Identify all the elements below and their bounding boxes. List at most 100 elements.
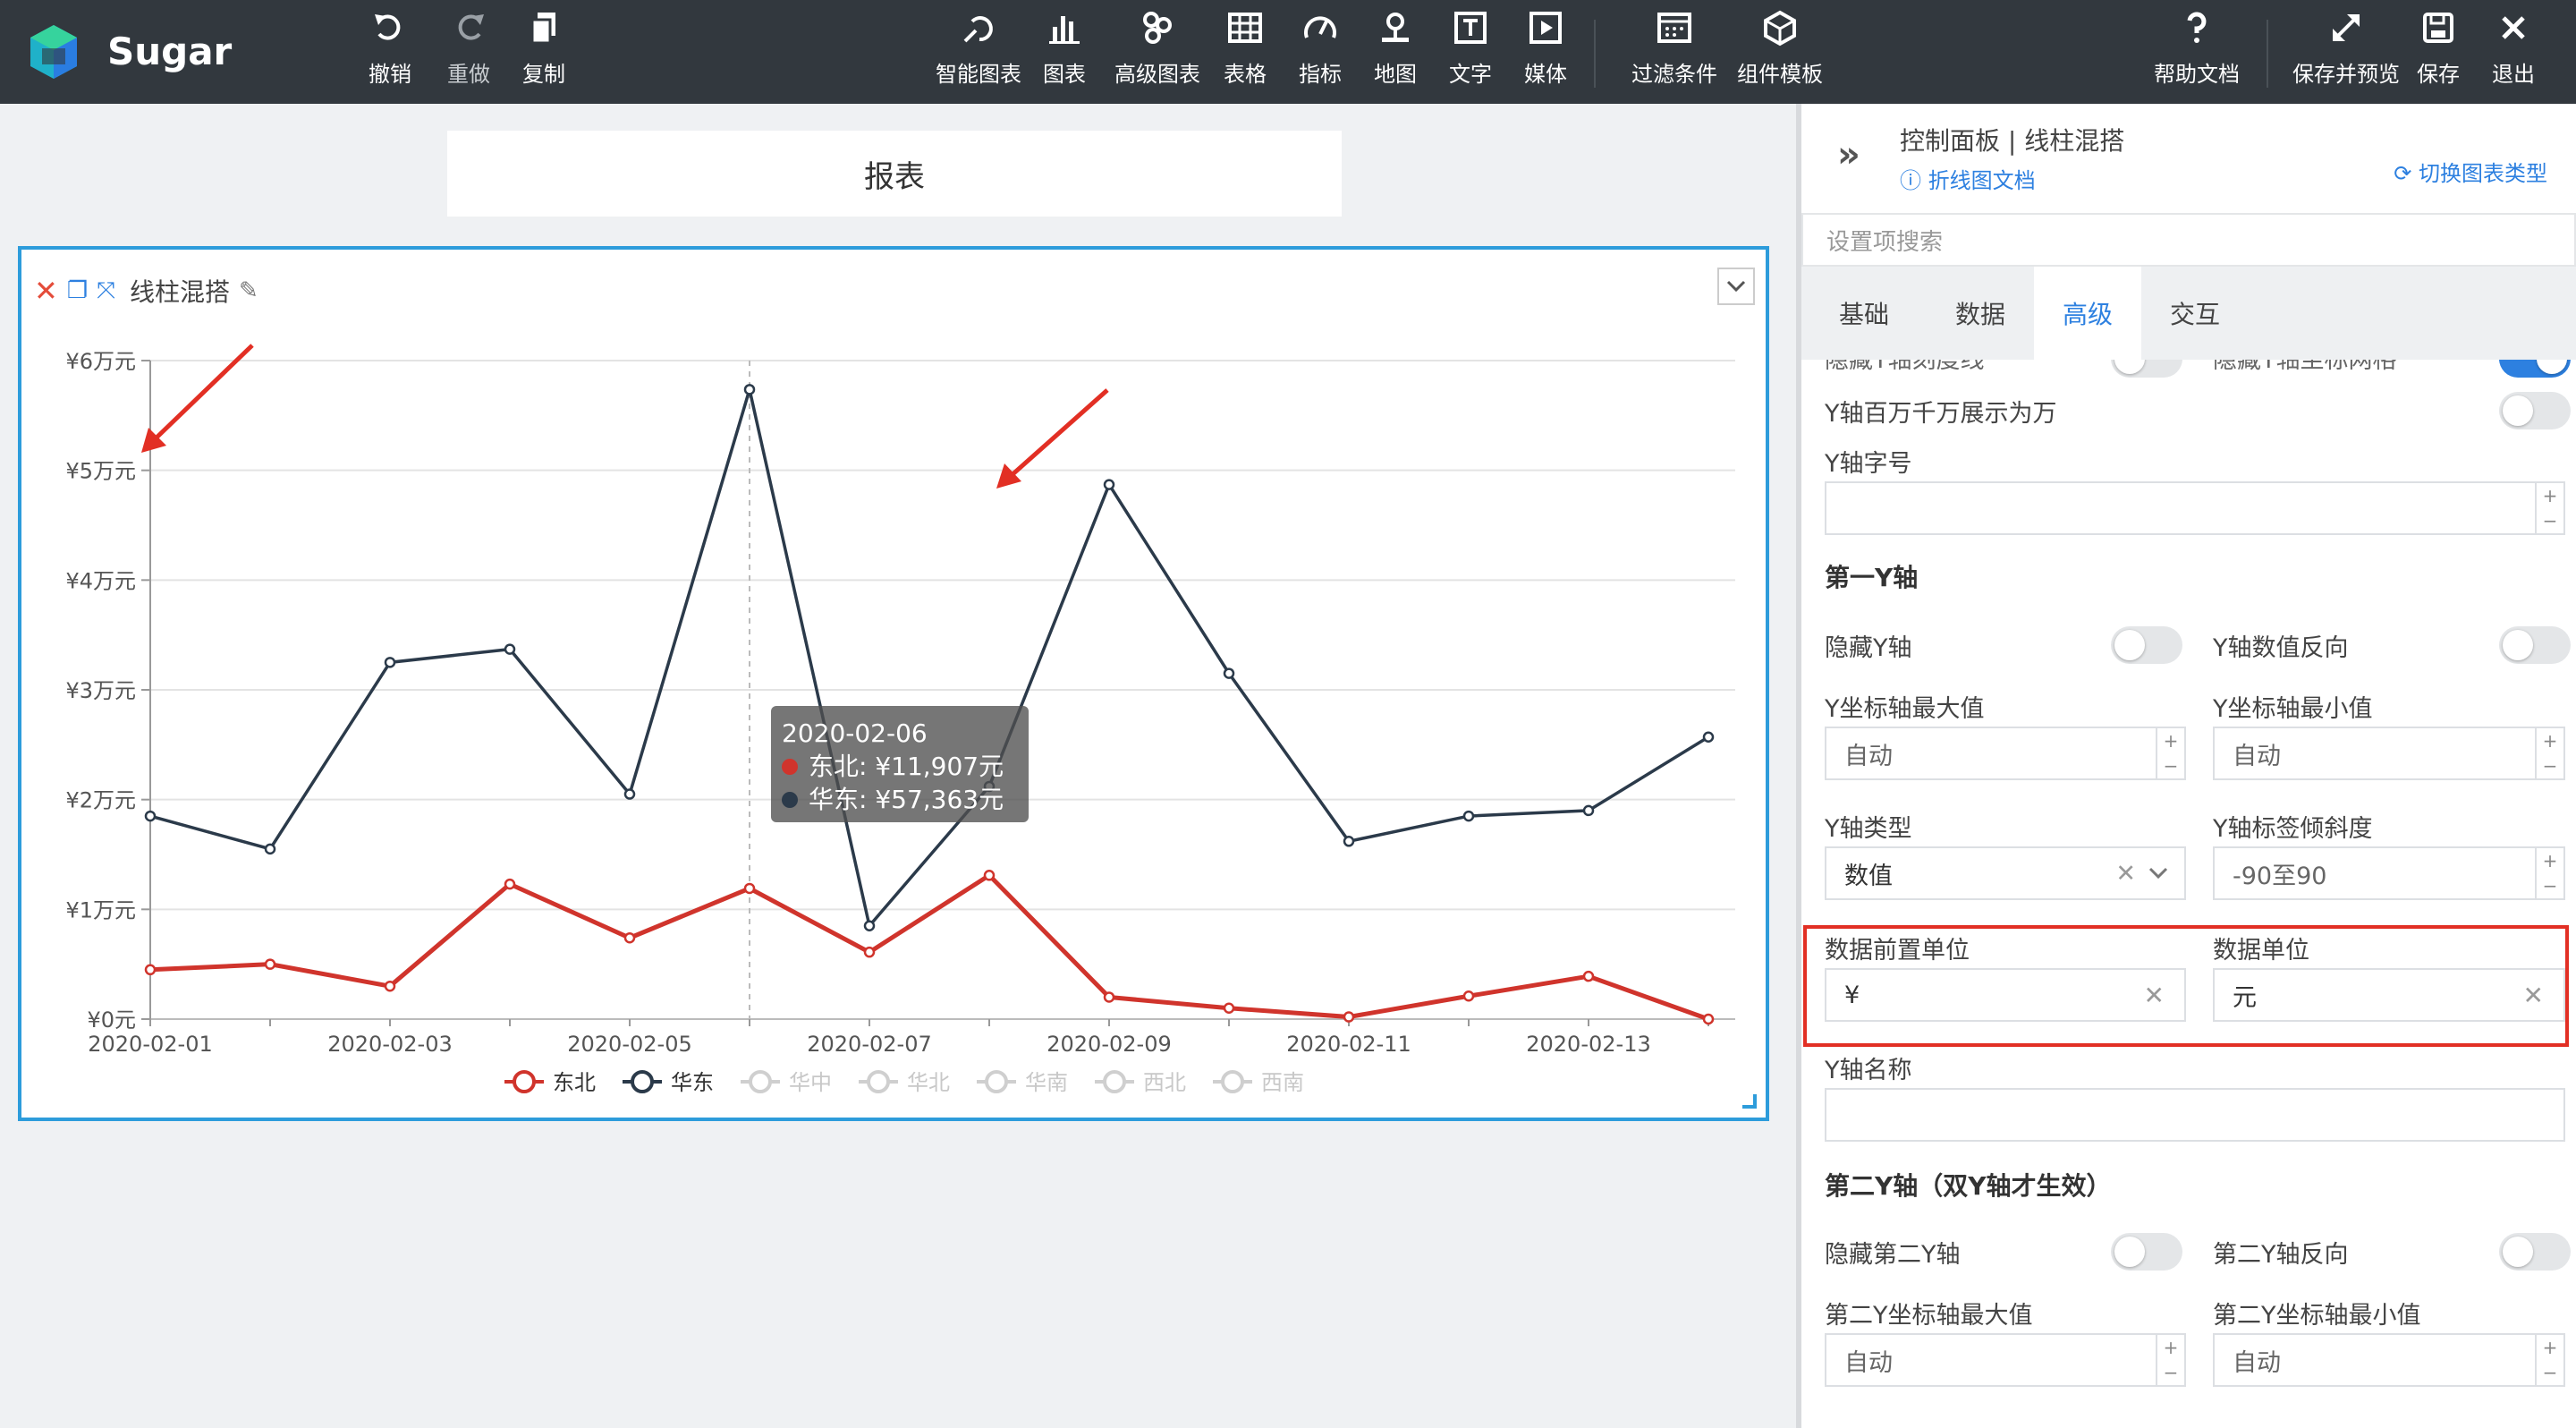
legend-item-西北[interactable]: 西北 xyxy=(1095,1070,1186,1095)
hide-y2-toggle[interactable] xyxy=(2111,1233,2182,1271)
cut-label-right: 隐藏Y轴坐标网格 xyxy=(2213,360,2397,374)
data-point xyxy=(144,810,157,822)
text-icon xyxy=(1454,12,1487,44)
stepper-buttons[interactable]: + − xyxy=(2535,848,2563,898)
cut-toggle-right[interactable] xyxy=(2499,360,2571,378)
y2-min-input[interactable]: 自动 + − xyxy=(2213,1333,2565,1387)
toolbar-filter-button[interactable]: 过滤条件 xyxy=(1621,0,1728,104)
collapse-panel-icon[interactable]: » xyxy=(1837,134,1860,175)
stepper-buttons[interactable]: + − xyxy=(2535,728,2563,778)
y-font-size-input[interactable]: + − xyxy=(1825,481,2565,535)
data-point xyxy=(1702,731,1715,743)
y-type-select[interactable]: 数值 ✕ xyxy=(1825,846,2186,900)
toolbar-label: 指标 xyxy=(1299,62,1342,87)
data-point xyxy=(983,870,996,881)
legend-label: 东北 xyxy=(553,1070,596,1095)
toolbar-metric-button[interactable]: 指标 xyxy=(1292,0,1349,104)
clear-icon[interactable]: ✕ xyxy=(2115,860,2136,888)
data-point xyxy=(1103,991,1115,1003)
y2-max-input[interactable]: 自动 + − xyxy=(1825,1333,2186,1387)
data-point xyxy=(144,964,157,976)
help-icon xyxy=(2187,12,2207,43)
y-min-input[interactable]: 自动 + − xyxy=(2213,727,2565,780)
y2-min-label: 第二Y坐标轴最小值 xyxy=(2213,1302,2421,1330)
toolbar-exit-button[interactable]: 退出 xyxy=(2485,0,2542,104)
chevron-down-icon xyxy=(2148,867,2168,880)
control-panel: » 控制面板 | 线柱混搭 ⓘ 折线图文档 ⟳ 切换图表类型 设置项搜索 基础 … xyxy=(1801,104,2576,1428)
settings-search-input[interactable]: 设置项搜索 xyxy=(1801,213,2576,267)
legend-item-华北[interactable]: 华北 xyxy=(859,1070,950,1095)
toolbar-label: 保存 xyxy=(2417,62,2460,87)
tooltip-row-text: 华东: ¥57,363元 xyxy=(809,785,1004,814)
stepper-buttons[interactable]: + − xyxy=(2156,728,2184,778)
tab-basic[interactable]: 基础 xyxy=(1801,267,1927,360)
y2-reverse-label: 第二Y轴反向 xyxy=(2213,1241,2349,1269)
first-y-axis-heading: 第一Y轴 xyxy=(1825,563,1919,592)
legend-item-东北[interactable]: 东北 xyxy=(504,1070,596,1095)
data-point xyxy=(384,657,396,668)
legend-label: 华东 xyxy=(671,1070,714,1095)
toolbar-label: 文字 xyxy=(1449,62,1492,87)
panel-title: 控制面板 | 线柱混搭 xyxy=(1900,126,2125,156)
tab-data[interactable]: 数据 xyxy=(1927,267,2034,360)
doc-link[interactable]: ⓘ 折线图文档 xyxy=(1900,165,2036,197)
legend-item-华南[interactable]: 华南 xyxy=(977,1070,1068,1095)
cut-label-left: 隐藏Y轴刻度线 xyxy=(1825,360,1985,374)
data-point xyxy=(1582,970,1595,982)
y-name-input[interactable] xyxy=(1825,1088,2565,1142)
toolbar-label: 帮助文档 xyxy=(2154,62,2240,87)
stepper-buttons[interactable]: + − xyxy=(2156,1335,2184,1385)
toolbar-label: 组件模板 xyxy=(1737,62,1823,87)
tooltip-row-text: 东北: ¥11,907元 xyxy=(809,752,1004,781)
highlight-box xyxy=(1803,925,2569,1047)
data-point xyxy=(1462,990,1475,1002)
data-point xyxy=(384,980,396,992)
toolbar-map-button[interactable]: 地图 xyxy=(1367,0,1424,104)
toolbar-media-button[interactable]: 媒体 xyxy=(1517,0,1574,104)
legend-label: 华南 xyxy=(1025,1070,1068,1095)
y-reverse-toggle[interactable] xyxy=(2499,626,2571,664)
x-tick-label: 2020-02-05 xyxy=(567,1032,691,1057)
toolbar-save-button[interactable]: 保存 xyxy=(2410,0,2467,104)
tab-interaction[interactable]: 交互 xyxy=(2141,267,2249,360)
cut-toggle-left[interactable] xyxy=(2111,360,2182,378)
toolbar-save-preview-button[interactable]: 保存并预览 xyxy=(2286,0,2406,104)
data-point xyxy=(1223,667,1235,679)
resize-handle[interactable] xyxy=(1742,1094,1757,1109)
toolbar-help-button[interactable]: 帮助文档 xyxy=(2150,0,2243,104)
tab-advanced[interactable]: 高级 xyxy=(2034,267,2141,360)
data-point xyxy=(1702,1013,1715,1025)
close-icon xyxy=(2502,16,2525,39)
refresh-icon: ⟳ xyxy=(2394,161,2412,186)
data-point xyxy=(504,878,516,890)
hide-y-toggle[interactable] xyxy=(2111,626,2182,664)
panel-header: » 控制面板 | 线柱混搭 ⓘ 折线图文档 ⟳ 切换图表类型 xyxy=(1801,104,2576,217)
switch-chart-type-link[interactable]: ⟳ 切换图表类型 xyxy=(2394,157,2547,190)
data-point xyxy=(264,843,276,855)
legend-item-华东[interactable]: 华东 xyxy=(623,1070,714,1095)
y-reverse-label: Y轴数值反向 xyxy=(2213,634,2349,662)
y-million-toggle[interactable] xyxy=(2499,392,2571,429)
y-max-input[interactable]: 自动 + − xyxy=(1825,727,2186,780)
toolbar-label: 地图 xyxy=(1374,62,1417,87)
stepper-buttons[interactable]: + − xyxy=(2535,1335,2563,1385)
y-tick-label: ¥3万元 xyxy=(65,678,136,703)
legend-item-西南[interactable]: 西南 xyxy=(1213,1070,1304,1095)
gauge-icon xyxy=(1304,16,1336,38)
stepper-buttons[interactable]: + − xyxy=(2535,483,2563,533)
y2-reverse-toggle[interactable] xyxy=(2499,1233,2571,1271)
y-type-label: Y轴类型 xyxy=(1825,815,1912,843)
toolbar-template-button[interactable]: 组件模板 xyxy=(1728,0,1832,104)
y-tilt-input[interactable]: -90至90 + − xyxy=(2213,846,2565,900)
toolbar-text-button[interactable]: 文字 xyxy=(1442,0,1499,104)
y2-max-label: 第二Y坐标轴最大值 xyxy=(1825,1302,2033,1330)
x-tick-label: 2020-02-01 xyxy=(88,1032,212,1057)
x-tick-label: 2020-02-03 xyxy=(327,1032,452,1057)
help-circle-icon: ⓘ xyxy=(1900,168,1921,193)
data-point xyxy=(743,882,756,895)
y-max-label: Y坐标轴最大值 xyxy=(1825,695,1985,723)
legend-label: 西北 xyxy=(1143,1070,1186,1095)
map-pin-icon xyxy=(1382,13,1409,42)
chart-tooltip: 2020-02-06 东北: ¥11,907元 华东: ¥57,363元 xyxy=(771,706,1029,822)
legend-item-华中[interactable]: 华中 xyxy=(741,1070,832,1095)
